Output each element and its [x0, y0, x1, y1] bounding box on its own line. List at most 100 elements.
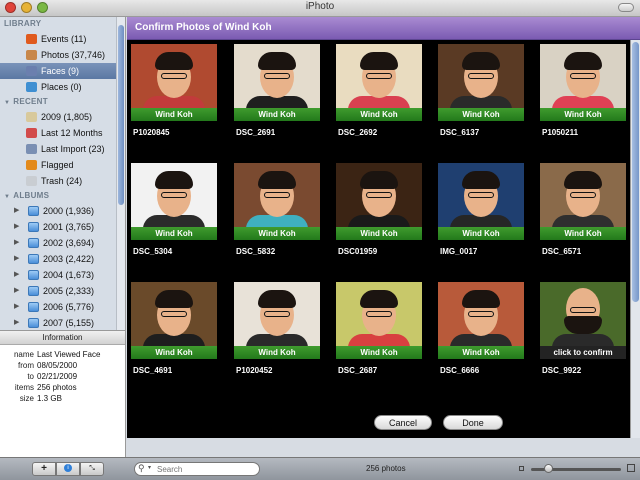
add-button[interactable]: +	[32, 462, 56, 476]
confirmed-name-label[interactable]: Wind Koh	[438, 346, 524, 359]
album-folder-item[interactable]: ▶ 2003 (2,422)	[0, 251, 125, 267]
search-input[interactable]	[157, 463, 253, 475]
sidebar-item-import[interactable]: Last Import (23)	[0, 141, 125, 157]
information-pane: Information name Last Viewed Face from 08/0…	[0, 330, 126, 457]
confirmed-name-label[interactable]: Wind Koh	[336, 108, 422, 121]
album-folder-item[interactable]: ▶ 2002 (3,694)	[0, 235, 125, 251]
sidebar-item-photos[interactable]: Photos (37,746)	[0, 47, 125, 63]
search-field[interactable]: ⚲ ▾	[134, 462, 260, 476]
zoom-slider-knob[interactable]	[544, 464, 553, 473]
confirmed-name-label[interactable]: Wind Koh	[540, 227, 626, 240]
confirmed-name-label[interactable]: Wind Koh	[438, 108, 524, 121]
thumbnail-face-shape	[155, 52, 193, 98]
search-icon[interactable]: ⚲	[138, 463, 145, 474]
grid-scrollbar[interactable]	[630, 40, 640, 438]
confirmed-name-label[interactable]: Wind Koh	[234, 108, 320, 121]
face-tile[interactable]: Wind Koh IMG_0017	[438, 163, 524, 263]
sidebar-item-event-album[interactable]: 2009 (1,805)	[0, 109, 125, 125]
face-tile[interactable]: Wind Koh P1020452	[234, 282, 320, 382]
info-key: items	[14, 383, 34, 392]
sidebar-item-flag[interactable]: Flagged	[0, 157, 125, 173]
confirmed-name-label[interactable]: Wind Koh	[234, 346, 320, 359]
sidebar-item-label: Photos (37,746)	[41, 50, 106, 60]
click-to-confirm-label[interactable]: click to confirm	[540, 346, 626, 359]
done-button[interactable]: Done	[443, 415, 503, 430]
disclosure-triangle-icon[interactable]: ▶	[14, 267, 22, 283]
search-menu-chevron-icon[interactable]: ▾	[148, 464, 151, 471]
folder-icon	[28, 286, 39, 296]
disclosure-triangle-icon[interactable]: ▶	[14, 315, 22, 330]
face-tile[interactable]: Wind Koh DSC01959	[336, 163, 422, 263]
sidebar-item-faces[interactable]: Faces (9)	[0, 63, 125, 79]
confirmed-name-label[interactable]: Wind Koh	[540, 108, 626, 121]
face-thumbnail[interactable]	[540, 163, 626, 227]
disclosure-triangle-icon[interactable]: ▶	[14, 299, 22, 315]
confirmed-name-label[interactable]: Wind Koh	[336, 227, 422, 240]
recent-header[interactable]: ▼ RECENT	[0, 95, 125, 109]
sidebar-scrollbar[interactable]	[116, 17, 125, 330]
face-thumbnail[interactable]	[540, 282, 626, 346]
fullscreen-button[interactable]: ⤡	[80, 462, 104, 476]
face-thumbnail[interactable]	[438, 44, 524, 108]
face-thumbnail[interactable]	[234, 282, 320, 346]
face-thumbnail[interactable]	[131, 163, 217, 227]
face-tile[interactable]: Wind Koh DSC_4691	[131, 282, 217, 382]
disclosure-triangle-icon[interactable]: ▶	[14, 283, 22, 299]
sidebar-item-label: 2007 (5,155)	[43, 318, 95, 328]
face-thumbnail[interactable]	[540, 44, 626, 108]
sidebar-item-calendar[interactable]: Last 12 Months	[0, 125, 125, 141]
confirmed-name-label[interactable]: Wind Koh	[131, 108, 217, 121]
confirmed-name-label[interactable]: Wind Koh	[131, 227, 217, 240]
face-tile[interactable]: Wind Koh DSC_5832	[234, 163, 320, 263]
face-thumbnail[interactable]	[336, 44, 422, 108]
face-tile[interactable]: Wind Koh DSC_2691	[234, 44, 320, 144]
face-tile[interactable]: Wind Koh DSC_6666	[438, 282, 524, 382]
sidebar-item-places[interactable]: Places (0)	[0, 79, 125, 95]
face-thumbnail[interactable]	[131, 282, 217, 346]
confirmed-name-label[interactable]: Wind Koh	[438, 227, 524, 240]
sidebar-item-label: Faces (9)	[41, 66, 80, 76]
face-thumbnail[interactable]	[438, 163, 524, 227]
disclosure-triangle-icon[interactable]: ▶	[14, 235, 22, 251]
glasses-shape	[468, 73, 494, 79]
info-key: size	[19, 394, 34, 403]
confirmed-name-label[interactable]: Wind Koh	[131, 346, 217, 359]
disclosure-triangle-icon[interactable]: ▶	[14, 219, 22, 235]
event-album-icon	[26, 112, 37, 122]
disclosure-triangle-icon[interactable]: ▶	[14, 251, 22, 267]
face-tile[interactable]: Wind Koh DSC_2692	[336, 44, 422, 144]
face-tile[interactable]: Wind Koh P1050211	[540, 44, 626, 144]
disclosure-triangle-icon[interactable]: ▶	[14, 203, 22, 219]
info-button[interactable]: i	[56, 462, 80, 476]
grid-scroll-thumb[interactable]	[632, 42, 639, 302]
face-thumbnail[interactable]	[234, 163, 320, 227]
thumbnail-face-shape	[258, 52, 296, 98]
face-thumbnail[interactable]	[234, 44, 320, 108]
face-tile[interactable]: Wind Koh DSC_2687	[336, 282, 422, 382]
face-tile[interactable]: Wind Koh DSC_5304	[131, 163, 217, 263]
albums-header[interactable]: ▼ ALBUMS	[0, 189, 125, 203]
face-thumbnail[interactable]	[131, 44, 217, 108]
face-tile[interactable]: Wind Koh DSC_6137	[438, 44, 524, 144]
album-folder-item[interactable]: ▶ 2005 (2,333)	[0, 283, 125, 299]
face-tile[interactable]: Wind Koh P1020845	[131, 44, 217, 144]
confirmed-name-label[interactable]: Wind Koh	[234, 227, 320, 240]
face-thumbnail[interactable]	[438, 282, 524, 346]
face-thumbnail[interactable]	[336, 163, 422, 227]
confirmed-name-label[interactable]: Wind Koh	[336, 346, 422, 359]
album-folder-item[interactable]: ▶ 2004 (1,673)	[0, 267, 125, 283]
folder-icon	[28, 270, 39, 280]
album-folder-item[interactable]: ▶ 2001 (3,765)	[0, 219, 125, 235]
toolbar-toggle-button[interactable]	[618, 3, 634, 12]
album-folder-item[interactable]: ▶ 2006 (5,776)	[0, 299, 125, 315]
album-folder-item[interactable]: ▶ 2000 (1,936)	[0, 203, 125, 219]
cancel-button[interactable]: Cancel	[374, 415, 432, 430]
sidebar-item-events[interactable]: Events (11)	[0, 31, 125, 47]
sidebar-scroll-thumb[interactable]	[118, 25, 124, 205]
face-thumbnail[interactable]	[336, 282, 422, 346]
sidebar-item-trash[interactable]: Trash (24)	[0, 173, 125, 189]
photo-filename: DSC_6666	[440, 366, 480, 375]
album-folder-item[interactable]: ▶ 2007 (5,155)	[0, 315, 125, 330]
face-tile[interactable]: Wind Koh DSC_6571	[540, 163, 626, 263]
face-tile[interactable]: click to confirm DSC_9922	[540, 282, 626, 382]
